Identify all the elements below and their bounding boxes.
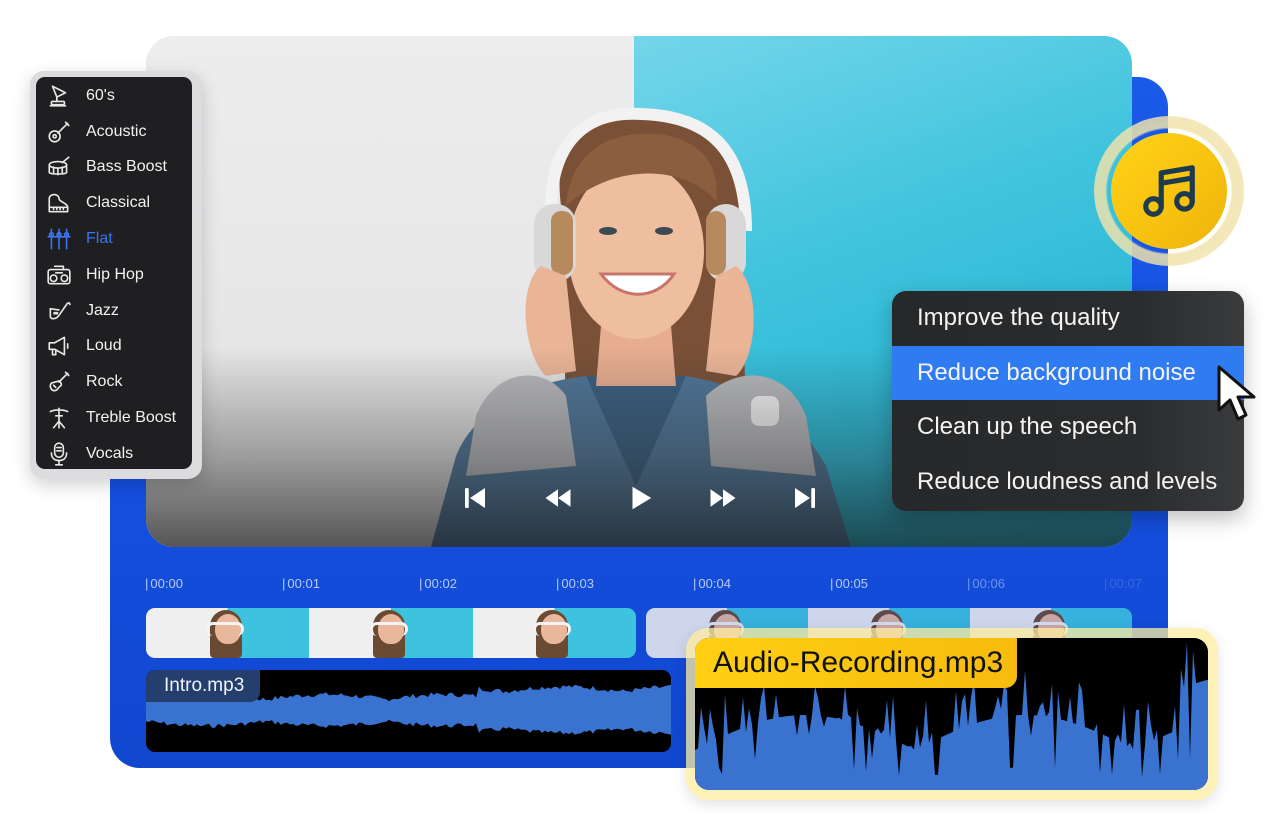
preset-label: Acoustic — [86, 122, 147, 140]
intro-clip-label: Intro.mp3 — [146, 670, 261, 702]
fast-forward-button[interactable] — [703, 478, 743, 518]
preset-item-hip-hop[interactable]: Hip Hop — [36, 257, 192, 293]
preset-label: 60's — [86, 86, 115, 104]
audio-enhance-menu: Improve the quality Reduce background noi… — [892, 291, 1244, 511]
electric-guitar-icon — [46, 369, 72, 395]
acoustic-guitar-icon — [46, 119, 72, 145]
preset-item-loud[interactable]: Loud — [36, 329, 192, 365]
play-icon — [632, 486, 652, 510]
preset-label: Treble Boost — [86, 409, 177, 427]
preset-item-acoustic[interactable]: Acoustic — [36, 114, 192, 150]
preset-item-flat[interactable]: Flat — [36, 221, 192, 257]
equalizer-preset-list: 60's Acoustic Bass Boost Classical Flat Hip H… — [36, 77, 192, 469]
preset-item-vocals[interactable]: Vocals — [36, 436, 192, 472]
piano-icon — [46, 190, 72, 216]
video-thumbnail — [472, 608, 636, 658]
timeline-tick: 00:02 — [419, 576, 457, 591]
timeline-tick: 00:00 — [145, 576, 183, 591]
gramophone-icon — [46, 83, 72, 109]
enhance-option-clean-up-the-speech[interactable]: Clean up the speech — [892, 400, 1244, 455]
enhance-option-reduce-loudness-and-levels[interactable]: Reduce loudness and levels — [892, 455, 1244, 510]
rewind-button[interactable] — [538, 478, 578, 518]
preset-label: Vocals — [86, 444, 134, 462]
saxophone-icon — [46, 298, 72, 324]
preset-label: Rock — [86, 373, 123, 391]
mouse-pointer-icon — [1217, 365, 1256, 421]
equalizer-preset-menu: 60's Acoustic Bass Boost Classical Flat Hip H… — [30, 71, 202, 479]
intro-audio-clip[interactable]: Intro.mp3 — [146, 670, 671, 752]
timeline-tick: 00:04 — [693, 576, 731, 591]
preset-label: Hip Hop — [86, 265, 144, 283]
timeline-tick: 00:01 — [282, 576, 320, 591]
preset-label: Classical — [86, 194, 151, 212]
music-badge — [1094, 116, 1244, 266]
timeline-tick: 00:03 — [556, 576, 594, 591]
preset-label: Flat — [86, 230, 113, 248]
preset-item-60-s[interactable]: 60's — [36, 78, 192, 114]
video-track-clip-1[interactable] — [146, 608, 636, 658]
enhance-option-reduce-background-noise[interactable]: Reduce background noise — [892, 345, 1244, 400]
skip-to-start-icon — [465, 488, 485, 508]
fast-forward-icon — [710, 489, 735, 507]
microphone-icon — [46, 441, 72, 467]
timeline-tick: 00:05 — [830, 576, 868, 591]
skip-to-end-button[interactable] — [785, 478, 825, 518]
skip-to-end-icon — [795, 488, 815, 508]
preset-label: Bass Boost — [86, 158, 167, 176]
preset-item-bass-boost[interactable]: Bass Boost — [36, 150, 192, 186]
preset-label: Jazz — [86, 301, 119, 319]
preset-item-classical[interactable]: Classical — [36, 185, 192, 221]
enhance-option-improve-the-quality[interactable]: Improve the quality — [892, 291, 1244, 346]
timeline-tick: 00:07 — [1104, 576, 1142, 591]
music-badge-core — [1111, 133, 1227, 249]
audio-recording-label: Audio-Recording.mp3 — [695, 638, 1018, 688]
rewind-icon — [545, 489, 570, 507]
audio-recording-clip[interactable]: Audio-Recording.mp3 — [695, 638, 1208, 790]
preset-item-jazz[interactable]: Jazz — [36, 293, 192, 329]
preset-item-treble-boost[interactable]: Treble Boost — [36, 400, 192, 436]
music-note-icon — [1143, 165, 1195, 217]
cymbal-icon — [46, 405, 72, 431]
playback-controls — [455, 478, 825, 518]
boombox-icon — [46, 262, 72, 288]
equalizer-sliders-icon — [46, 226, 72, 252]
timeline-ruler[interactable]: 00:00 00:01 00:02 00:03 00:04 00:05 00:06 00:07 — [145, 576, 1145, 594]
drum-icon — [46, 154, 72, 180]
preset-item-rock[interactable]: Rock — [36, 364, 192, 400]
video-thumbnail — [146, 608, 310, 658]
preset-label: Loud — [86, 337, 122, 355]
play-button[interactable] — [620, 478, 660, 518]
skip-to-start-button[interactable] — [455, 478, 495, 518]
timeline-tick: 00:06 — [967, 576, 1005, 591]
megaphone-icon — [46, 333, 72, 359]
video-thumbnail — [309, 608, 473, 658]
